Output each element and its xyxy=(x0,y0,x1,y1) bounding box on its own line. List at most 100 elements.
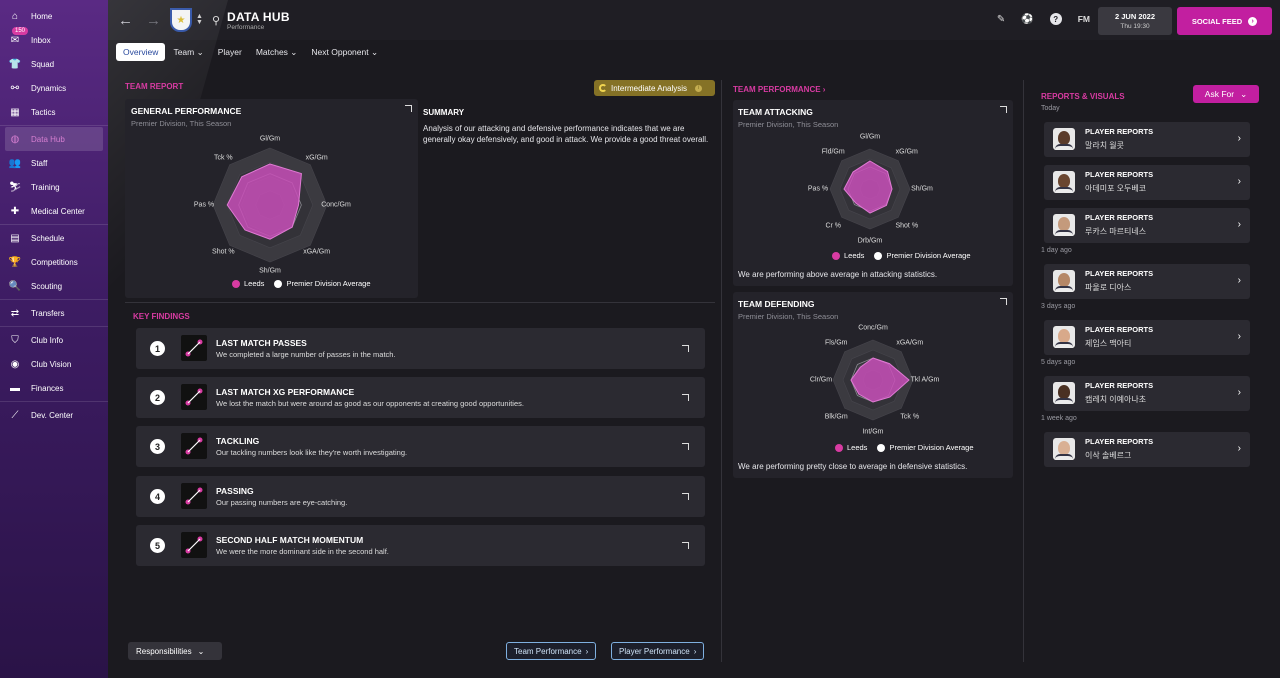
sidebar-item-competitions[interactable]: 🏆 Competitions xyxy=(0,250,108,274)
sidebar-item-transfers[interactable]: ⇄ Transfers xyxy=(0,301,108,325)
training-icon: ⛷ xyxy=(8,181,22,193)
team-performance-heading[interactable]: TEAM PERFORMANCE › xyxy=(733,85,825,94)
team-performance-heading-text: TEAM PERFORMANCE xyxy=(733,85,821,94)
finding-title: LAST MATCH XG PERFORMANCE xyxy=(216,387,355,397)
xg-icon xyxy=(181,384,207,410)
player-report-card[interactable]: PLAYER REPORTS 루카스 마르티네스 › xyxy=(1044,208,1250,243)
analysis-level-label: Intermediate Analysis xyxy=(611,83,688,93)
sidebar-item-club-info[interactable]: ⛉ Club Info xyxy=(0,328,108,352)
radar-axis-label: Fld/Gm xyxy=(821,148,845,156)
player-performance-button[interactable]: Player Performance › xyxy=(611,642,705,660)
radar-axis-label: Pas % xyxy=(193,201,215,209)
team-performance-button[interactable]: Team Performance › xyxy=(506,642,597,660)
tab-next-opponent[interactable]: Next Opponent ⌄ xyxy=(305,44,384,61)
sidebar-item-squad[interactable]: 👕 Squad xyxy=(0,52,108,76)
sidebar-item-dynamics[interactable]: ⚯ Dynamics xyxy=(0,76,108,100)
tackling-icon xyxy=(181,433,207,459)
key-finding-card[interactable]: 3 TACKLING Our tackling numbers look like … xyxy=(136,426,705,467)
sidebar-item-medical-center[interactable]: ✚ Medical Center xyxy=(0,199,108,223)
radar-axis-label: Blk/Gm xyxy=(824,413,848,421)
sidebar-item-club-vision[interactable]: ◉ Club Vision xyxy=(0,352,108,376)
search-icon[interactable]: ⚲ xyxy=(212,14,220,27)
report-title: PLAYER REPORTS xyxy=(1085,127,1154,136)
sidebar-item-home[interactable]: ⌂ Home xyxy=(0,4,108,28)
sidebar-item-inbox[interactable]: ✉ Inbox 150 xyxy=(0,27,108,52)
expand-icon[interactable] xyxy=(682,394,689,401)
analysis-level-badge[interactable]: Intermediate Analysis i xyxy=(594,80,715,96)
ask-for-button[interactable]: Ask For ⌄ xyxy=(1193,85,1259,103)
player-report-card[interactable]: PLAYER REPORTS 제임스 맥아티 › xyxy=(1044,320,1250,355)
player-report-card[interactable]: PLAYER REPORTS 캠레치 이예아나초 › xyxy=(1044,376,1250,411)
expand-icon[interactable] xyxy=(682,542,689,549)
sidebar-item-dev-center[interactable]: ⟋ Dev. Center xyxy=(0,403,108,427)
key-finding-card[interactable]: 5 SECOND HALF MATCH MOMENTUM We were the m… xyxy=(136,525,705,566)
edit-icon[interactable]: ✎ xyxy=(997,14,1005,25)
legend-label: Premier Division Average xyxy=(286,279,371,288)
back-arrow-icon[interactable]: ← xyxy=(118,12,136,29)
club-crest-icon[interactable]: ★ xyxy=(170,8,192,32)
sidebar-item-label: Dev. Center xyxy=(31,410,74,420)
sidebar-item-scouting[interactable]: 🔍 Scouting xyxy=(0,274,108,298)
tab-bar: Overview Team ⌄ Player Matches ⌄ Next Oppone… xyxy=(116,43,386,61)
report-title: PLAYER REPORTS xyxy=(1085,325,1154,334)
fm-menu-button[interactable]: FM xyxy=(1078,14,1090,24)
player-report-card[interactable]: PLAYER REPORTS 말라치 월콧 › xyxy=(1044,122,1250,157)
chart-legend: Leeds Premier Division Average xyxy=(835,443,974,452)
player-name: 파울로 디아스 xyxy=(1085,283,1132,292)
forward-arrow-icon[interactable]: → xyxy=(146,12,164,29)
sidebar-item-tactics[interactable]: ▦ Tactics xyxy=(0,100,108,124)
tab-player[interactable]: Player xyxy=(212,44,248,60)
radar-axis-label: xGA/Gm xyxy=(896,339,924,347)
info-icon[interactable]: i xyxy=(695,84,703,92)
player-name: 이삭 솔베르그 xyxy=(1085,451,1132,460)
chevron-right-icon: › xyxy=(1237,176,1241,187)
expand-icon[interactable] xyxy=(1000,298,1007,305)
team-performance-label: Team Performance xyxy=(514,646,582,656)
player-report-card[interactable]: PLAYER REPORTS 이삭 솔베르그 › xyxy=(1044,432,1250,467)
player-report-card[interactable]: PLAYER REPORTS 파울로 디아스 › xyxy=(1044,264,1250,299)
responsibilities-button[interactable]: Responsibilities ⌄ xyxy=(128,642,222,660)
expand-icon[interactable] xyxy=(1000,106,1007,113)
key-finding-card[interactable]: 1 LAST MATCH PASSES We completed a large n… xyxy=(136,328,705,369)
tab-overview[interactable]: Overview xyxy=(116,43,166,61)
social-feed-button[interactable]: SOCIAL FEED › xyxy=(1177,7,1272,35)
help-icon[interactable]: ? xyxy=(1049,13,1062,25)
page-subtitle: Performance xyxy=(227,23,265,31)
key-finding-card[interactable]: 2 LAST MATCH XG PERFORMANCE We lost the ma… xyxy=(136,377,705,418)
radar-axis-label: Shot % xyxy=(895,222,919,230)
divider xyxy=(0,224,108,225)
radar-axis-label: Tck % xyxy=(900,413,920,421)
radar-axis-label: xG/Gm xyxy=(895,148,918,156)
player-report-card[interactable]: PLAYER REPORTS 아데미포 오두베코 › xyxy=(1044,165,1250,200)
expand-icon[interactable] xyxy=(682,345,689,352)
finding-number: 1 xyxy=(150,341,165,356)
avatar xyxy=(1053,214,1075,236)
tab-matches[interactable]: Matches ⌄ xyxy=(250,44,304,61)
player-performance-label: Player Performance xyxy=(619,646,690,656)
finding-title: TACKLING xyxy=(216,436,260,446)
sidebar-item-staff[interactable]: 👥 Staff xyxy=(0,151,108,175)
trophy-icon: 🏆 xyxy=(8,256,22,268)
football-icon[interactable]: ⚽ xyxy=(1021,14,1033,25)
finding-description: We completed a large number of passes in… xyxy=(216,350,396,359)
chevron-down-icon: ⌄ xyxy=(194,46,204,57)
expand-icon[interactable] xyxy=(682,443,689,450)
sidebar-item-label: Home xyxy=(31,11,53,21)
key-finding-card[interactable]: 4 PASSING Our passing numbers are eye-catc… xyxy=(136,476,705,517)
sidebar-item-schedule[interactable]: ▤ Schedule xyxy=(0,226,108,250)
passes-icon xyxy=(181,335,207,361)
club-switch-icon[interactable]: ▲ ▼ xyxy=(196,13,203,26)
sidebar-item-finances[interactable]: ▬ Finances xyxy=(0,376,108,400)
date-display[interactable]: 2 JUN 2022 Thu 19:30 xyxy=(1098,7,1172,35)
general-performance-title: GENERAL PERFORMANCE xyxy=(131,106,242,116)
player-name: 말라치 월콧 xyxy=(1085,141,1125,150)
sidebar-item-data-hub[interactable]: ◍ Data Hub xyxy=(5,127,103,151)
divider xyxy=(125,302,715,303)
expand-icon[interactable] xyxy=(682,493,689,500)
tab-label: Matches xyxy=(255,46,288,57)
sidebar-item-training[interactable]: ⛷ Training xyxy=(0,175,108,199)
spinner-icon xyxy=(599,84,607,92)
expand-icon[interactable] xyxy=(405,105,412,112)
tab-team[interactable]: Team ⌄ xyxy=(167,44,209,61)
club-info-icon: ⛉ xyxy=(11,334,19,346)
